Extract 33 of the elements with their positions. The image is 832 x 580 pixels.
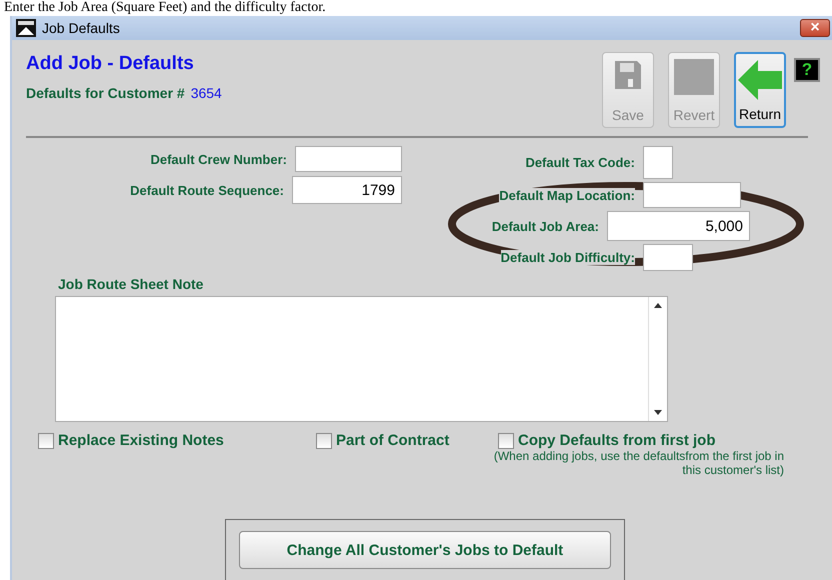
customer-number: 3654 (190, 85, 222, 101)
field-label: Default Map Location: (499, 188, 635, 202)
field-label: Default Tax Code: (525, 155, 635, 170)
field-label: Default Route Sequence: (130, 182, 284, 198)
window-title: Job Defaults (42, 20, 121, 36)
checkbox[interactable] (498, 432, 514, 448)
arrow-left-icon (738, 60, 782, 100)
checkbox[interactable] (38, 432, 54, 448)
text-field[interactable] (643, 146, 673, 179)
text-field[interactable]: 1799 (292, 176, 402, 204)
text-field[interactable] (643, 244, 693, 271)
document-caption: Enter the Job Area (Square Feet) and the difficulty factor. (3, 0, 327, 16)
field-label: Default Crew Number: (150, 152, 287, 166)
text-field[interactable] (295, 146, 402, 172)
text-field[interactable] (643, 182, 741, 208)
checkbox-label: Part of Contract (336, 432, 450, 449)
return-button[interactable]: Return (734, 52, 786, 128)
field-label: Default Job Difficulty: (500, 250, 635, 265)
help-button[interactable]: ? (794, 58, 820, 82)
change-all-button[interactable]: Change All Customer's Jobs to Default (239, 531, 611, 569)
scroll-down-icon[interactable] (654, 410, 662, 415)
text-field[interactable]: 5,000 (607, 211, 750, 241)
customer-label: Defaults for Customer # (26, 85, 185, 101)
note-label: Job Route Sheet Note (58, 276, 204, 292)
scroll-up-icon[interactable] (654, 303, 662, 308)
hint-text: (When adding jobs, use the defaultsfrom the first job in this customer's list) (492, 449, 784, 477)
app-logo-icon (16, 19, 36, 37)
checkbox[interactable] (316, 432, 332, 448)
field-label: Default Job Area: (492, 218, 599, 234)
form-title: Add Job - Defaults (26, 53, 195, 75)
checkbox-label: Replace Existing Notes (58, 432, 224, 449)
checkbox-label: Copy Defaults from first job (518, 432, 716, 449)
square-icon (674, 59, 714, 95)
